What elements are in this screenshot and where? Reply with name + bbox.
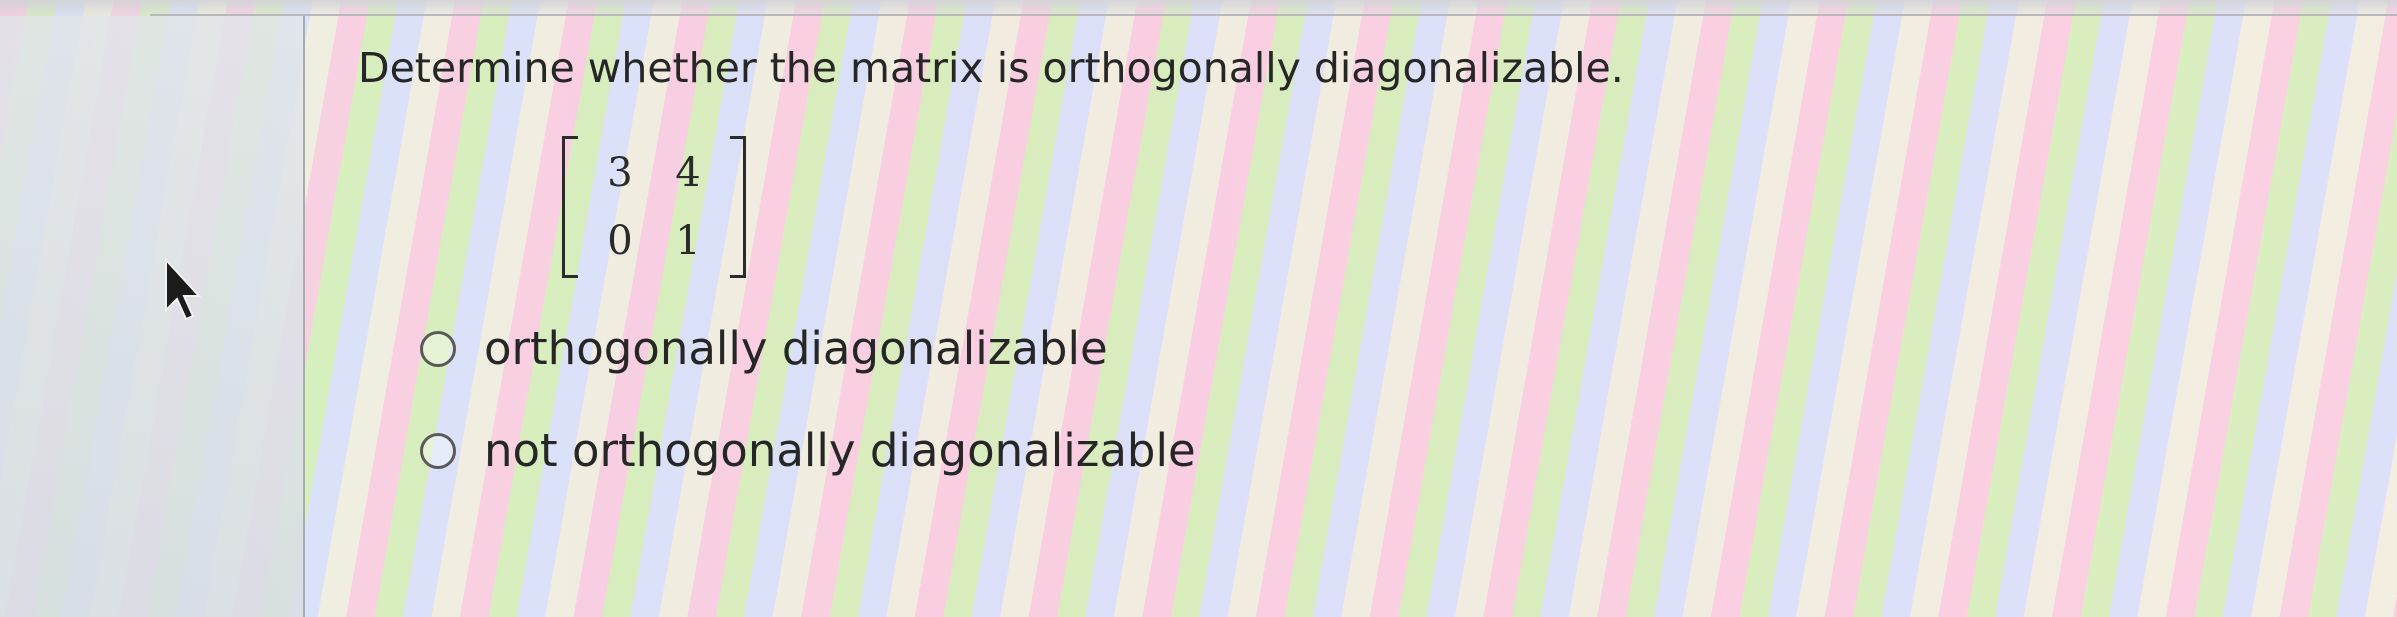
matrix-cell-r1c1: 3 <box>607 150 633 196</box>
radio-button-icon[interactable] <box>420 432 456 469</box>
matrix-cell-r2c1: 0 <box>607 218 633 264</box>
radio-button-icon[interactable] <box>420 330 456 367</box>
left-margin-panel <box>0 16 303 617</box>
answer-option-label[interactable]: orthogonally diagonalizable <box>484 322 1108 375</box>
answer-option-label[interactable]: not orthogonally diagonalizable <box>484 424 1196 477</box>
matrix-cell-r1c2: 4 <box>675 150 701 196</box>
content-top-border <box>150 14 2397 16</box>
matrix: 3 4 0 1 <box>562 136 746 278</box>
matrix-left-bracket <box>562 136 578 278</box>
answer-option-not-orthogonally-diagonalizable[interactable]: not orthogonally diagonalizable <box>420 424 1196 477</box>
content-left-border <box>303 16 305 617</box>
mouse-pointer-icon <box>165 258 202 321</box>
matrix-cell-r2c2: 1 <box>675 218 701 264</box>
answer-option-orthogonally-diagonalizable[interactable]: orthogonally diagonalizable <box>420 322 1108 375</box>
matrix-right-bracket <box>730 136 746 278</box>
question-text: Determine whether the matrix is orthogon… <box>358 44 1624 92</box>
